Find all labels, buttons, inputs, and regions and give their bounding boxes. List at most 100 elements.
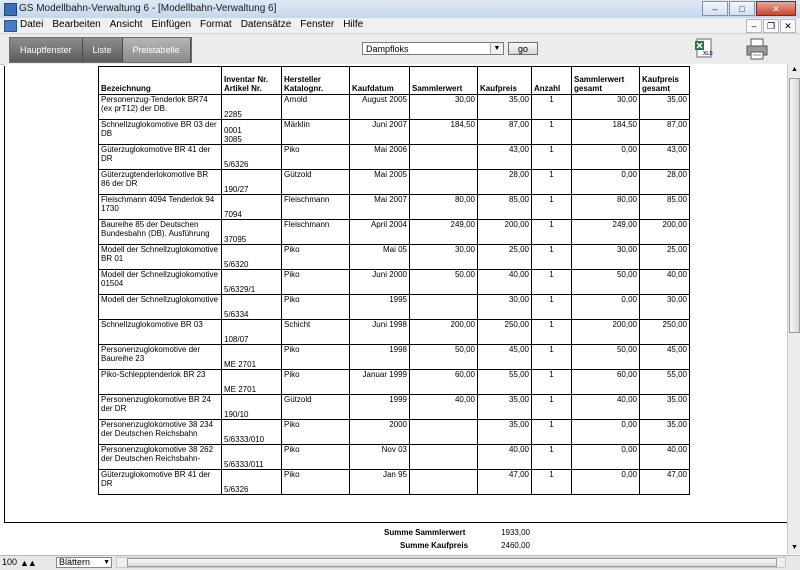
category-select[interactable]: Dampfloks ▼ (362, 42, 504, 55)
cell-hersteller[interactable]: Gützold (281, 394, 350, 420)
table-row[interactable]: Personenzuglokomotive BR 24 der DR 190/10… (98, 394, 690, 420)
col-inventar[interactable]: Inventar Nr. Artikel Nr. (221, 66, 282, 95)
table-row[interactable]: Schnellzuglokomotive BR 03 der DB 0001 308… (98, 119, 690, 145)
cell-kaufpreis-gesamt[interactable]: 30,00 (639, 294, 690, 320)
table-row[interactable]: Personenzug-Tenderlok BR74 (ex prT12) de… (98, 94, 690, 120)
cell-kaufpreis-gesamt[interactable]: 87,00 (639, 119, 690, 145)
cell-sammlerwert-gesamt[interactable]: 249,00 (571, 219, 640, 245)
cell-inventar[interactable]: 5/6334 (221, 294, 282, 320)
cell-sammlerwert-gesamt[interactable]: 40,00 (571, 394, 640, 420)
cell-hersteller[interactable]: Piko (281, 244, 350, 270)
mdi-restore-button[interactable]: ❐ (763, 19, 779, 33)
cell-kaufpreis[interactable]: 85,00 (477, 194, 532, 220)
cell-anzahl[interactable]: 1 (531, 469, 572, 495)
zoom-level[interactable]: 100 (2, 557, 17, 567)
col-bezeichnung[interactable]: Bezeichnung (98, 66, 222, 95)
cell-inventar[interactable]: 190/27 (221, 169, 282, 195)
cell-sammlerwert-gesamt[interactable]: 30,00 (571, 244, 640, 270)
cell-kaufdatum[interactable]: April 2004 (349, 219, 410, 245)
menu-einfuegen[interactable]: Einfügen (152, 19, 191, 30)
cell-sammlerwert[interactable]: 40,00 (409, 394, 478, 420)
document-icon[interactable] (4, 20, 17, 32)
cell-sammlerwert-gesamt[interactable]: 0,00 (571, 169, 640, 195)
cell-bezeichnung[interactable]: Modell der Schnellzuglokomotive (98, 294, 222, 320)
cell-sammlerwert[interactable] (409, 294, 478, 320)
mdi-minimize-button[interactable]: – (746, 19, 762, 33)
cell-sammlerwert-gesamt[interactable]: 0,00 (571, 144, 640, 170)
cell-sammlerwert-gesamt[interactable]: 184,50 (571, 119, 640, 145)
cell-bezeichnung[interactable]: Personenzuglokomotive 38 262 der Deutsch… (98, 444, 222, 470)
mdi-close-button[interactable]: ✕ (780, 19, 796, 33)
cell-kaufpreis-gesamt[interactable]: 35,00 (639, 394, 690, 420)
cell-anzahl[interactable]: 1 (531, 219, 572, 245)
col-sammlerwert[interactable]: Sammlerwert (409, 66, 478, 95)
cell-hersteller[interactable]: Piko (281, 344, 350, 370)
cell-kaufdatum[interactable]: Mai 05 (349, 244, 410, 270)
cell-inventar[interactable]: 5/6333/011 (221, 444, 282, 470)
tab-preistabelle[interactable]: Preistabelle (122, 38, 191, 62)
cell-anzahl[interactable]: 1 (531, 294, 572, 320)
cell-hersteller[interactable]: Schicht (281, 319, 350, 345)
cell-anzahl[interactable]: 1 (531, 419, 572, 445)
vertical-scroll-thumb[interactable] (789, 78, 800, 333)
table-row[interactable]: Modell der Schnellzuglokomotive BR 01 5/6… (98, 244, 690, 270)
cell-anzahl[interactable]: 1 (531, 444, 572, 470)
cell-sammlerwert[interactable]: 60,00 (409, 369, 478, 395)
chevron-down-icon[interactable]: ▼ (103, 558, 110, 567)
mode-select[interactable]: Blättern ▼ (56, 557, 112, 568)
cell-bezeichnung[interactable]: Modell der Schnellzuglokomotive BR 01 (98, 244, 222, 270)
col-kaufpreis[interactable]: Kaufpreis (477, 66, 532, 95)
cell-sammlerwert[interactable]: 80,00 (409, 194, 478, 220)
col-kaufdatum[interactable]: Kaufdatum (349, 66, 410, 95)
cell-inventar[interactable]: 5/6326 (221, 144, 282, 170)
cell-sammlerwert-gesamt[interactable]: 0,00 (571, 444, 640, 470)
cell-sammlerwert[interactable] (409, 144, 478, 170)
cell-sammlerwert[interactable] (409, 469, 478, 495)
cell-kaufpreis[interactable]: 47,00 (477, 469, 532, 495)
cell-sammlerwert-gesamt[interactable]: 200,00 (571, 319, 640, 345)
cell-kaufpreis-gesamt[interactable]: 35,00 (639, 94, 690, 120)
cell-kaufdatum[interactable]: Mai 2005 (349, 169, 410, 195)
cell-sammlerwert[interactable] (409, 444, 478, 470)
table-row[interactable]: Personenzuglokomotive 38 234 der Deutsch… (98, 419, 690, 445)
cell-sammlerwert-gesamt[interactable]: 0,00 (571, 294, 640, 320)
cell-hersteller[interactable]: Fleischmann (281, 194, 350, 220)
cell-kaufpreis[interactable]: 87,00 (477, 119, 532, 145)
cell-sammlerwert-gesamt[interactable]: 50,00 (571, 344, 640, 370)
cell-hersteller[interactable]: Piko (281, 294, 350, 320)
cell-inventar[interactable]: 5/6329/1 (221, 269, 282, 295)
table-row[interactable]: Güterzuglokomotive BR 41 der DR 5/6326 Pik… (98, 469, 690, 495)
menu-hilfe[interactable]: Hilfe (343, 19, 363, 30)
cell-inventar[interactable]: 5/6333/010 (221, 419, 282, 445)
cell-kaufdatum[interactable]: Mai 2007 (349, 194, 410, 220)
cell-kaufdatum[interactable]: 2000 (349, 419, 410, 445)
table-row[interactable]: Modell der Schnellzuglokomotive 01504 5/6… (98, 269, 690, 295)
cell-kaufpreis-gesamt[interactable]: 28,00 (639, 169, 690, 195)
cell-kaufdatum[interactable]: Jan 95 (349, 469, 410, 495)
cell-anzahl[interactable]: 1 (531, 344, 572, 370)
cell-kaufpreis[interactable]: 25,00 (477, 244, 532, 270)
chevron-down-icon[interactable]: ▼ (490, 43, 503, 54)
cell-sammlerwert[interactable]: 50,00 (409, 269, 478, 295)
cell-inventar[interactable]: 190/10 (221, 394, 282, 420)
printer-icon[interactable] (746, 38, 768, 60)
cell-bezeichnung[interactable]: Personenzug-Tenderlok BR74 (ex prT12) de… (98, 94, 222, 120)
cell-kaufpreis-gesamt[interactable]: 45,00 (639, 344, 690, 370)
cell-bezeichnung[interactable]: Personenzuglokomotive BR 24 der DR (98, 394, 222, 420)
zoom-mountains-icon[interactable]: ▲▲ (20, 558, 37, 568)
scroll-down-icon[interactable]: ▼ (788, 542, 800, 554)
cell-bezeichnung[interactable]: Güterzuglokomotive BR 41 der DR (98, 469, 222, 495)
cell-bezeichnung[interactable]: Güterzuglokomotive BR 41 der DR (98, 144, 222, 170)
cell-hersteller[interactable]: Piko (281, 269, 350, 295)
cell-kaufpreis[interactable]: 40,00 (477, 444, 532, 470)
cell-kaufpreis[interactable]: 35,00 (477, 94, 532, 120)
cell-hersteller[interactable]: Arnold (281, 94, 350, 120)
cell-hersteller[interactable]: Piko (281, 444, 350, 470)
close-button[interactable]: ✕ (756, 1, 796, 16)
cell-bezeichnung[interactable]: Fleischmann 4094 Tenderlok 94 1730 (98, 194, 222, 220)
cell-inventar[interactable]: 2285 (221, 94, 282, 120)
cell-kaufpreis-gesamt[interactable]: 40,00 (639, 444, 690, 470)
cell-bezeichnung[interactable]: Güterzugtenderlokomotive BR 86 der DR (98, 169, 222, 195)
go-button[interactable]: go (508, 42, 538, 55)
excel-export-icon[interactable]: XLS (695, 38, 713, 60)
